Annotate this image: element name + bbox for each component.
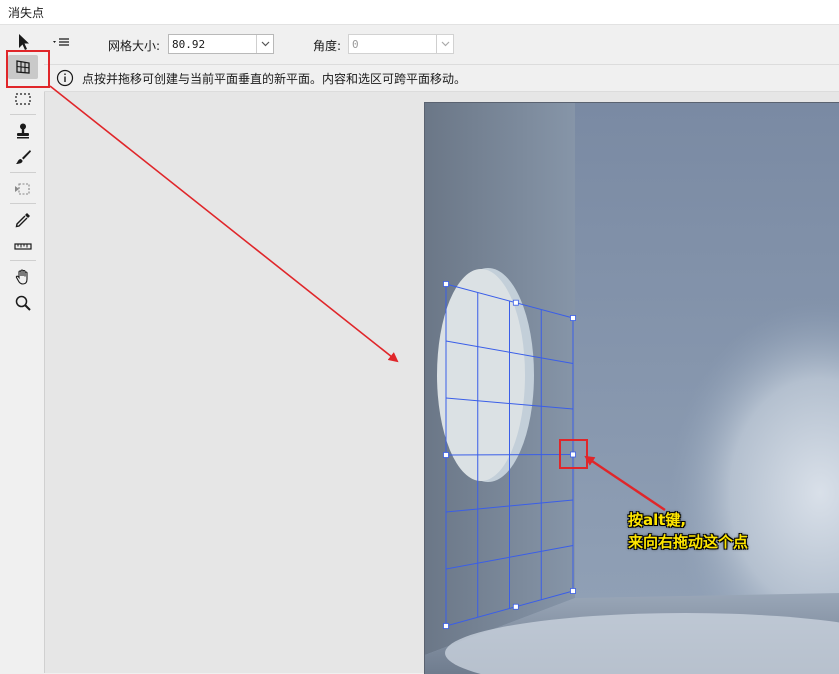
zoom-tool-icon [15,295,31,311]
marquee-tool-icon [15,93,31,105]
options-bar: 网格大小: 80.92 角度: 0 [44,30,839,60]
edit-plane-tool-button[interactable] [8,30,38,54]
chevron-down-icon[interactable] [256,35,273,53]
image-canvas[interactable] [424,102,839,674]
stamp-tool-button[interactable] [8,119,38,143]
marquee-tool-button[interactable] [8,87,38,111]
options-menu-icon[interactable] [52,36,70,50]
chevron-down-icon[interactable] [436,35,453,53]
title-bar: 消失点 [0,0,839,25]
annotation-line-1: 按alt键, [628,511,687,529]
angle-combo[interactable]: 0 [348,34,454,54]
grid-size-label: 网格大小: [108,39,161,53]
annotation-text: 按alt键, 来向右拖动这个点 [628,509,748,553]
tool-divider [10,203,36,204]
hand-tool-icon [15,269,28,285]
angle-value: 0 [352,38,359,51]
transform-tool-icon [15,183,30,195]
grid-size-combo[interactable]: 80.92 [168,34,274,54]
tool-bar [0,0,44,673]
annotation-line-2: 来向右拖动这个点 [628,533,749,551]
eyedropper-tool-button[interactable] [8,208,38,232]
room-image [425,103,839,674]
info-message: 点按并拖移可创建与当前平面垂直的新平面。内容和选区可跨平面移动。 [82,72,467,86]
tool-divider [10,114,36,115]
eyedropper-tool-icon [15,213,30,228]
brush-tool-button[interactable] [8,145,38,169]
angle-label: 角度: [313,39,342,53]
create-plane-tool-icon [16,60,30,74]
info-icon [56,69,74,87]
zoom-tool-button[interactable] [8,291,38,315]
edit-plane-tool-icon [19,34,29,50]
create-plane-tool-button[interactable] [8,55,38,79]
transform-tool-button[interactable] [8,177,38,201]
measure-tool-button[interactable] [8,234,38,258]
tool-divider [10,172,36,173]
hand-tool-button[interactable] [8,265,38,289]
measure-tool-icon [14,243,32,250]
stamp-tool-icon [17,123,29,139]
brush-tool-icon [16,150,31,164]
grid-size-value: 80.92 [172,38,206,51]
tool-divider [10,260,36,261]
info-bar: 点按并拖移可创建与当前平面垂直的新平面。内容和选区可跨平面移动。 [44,64,839,92]
